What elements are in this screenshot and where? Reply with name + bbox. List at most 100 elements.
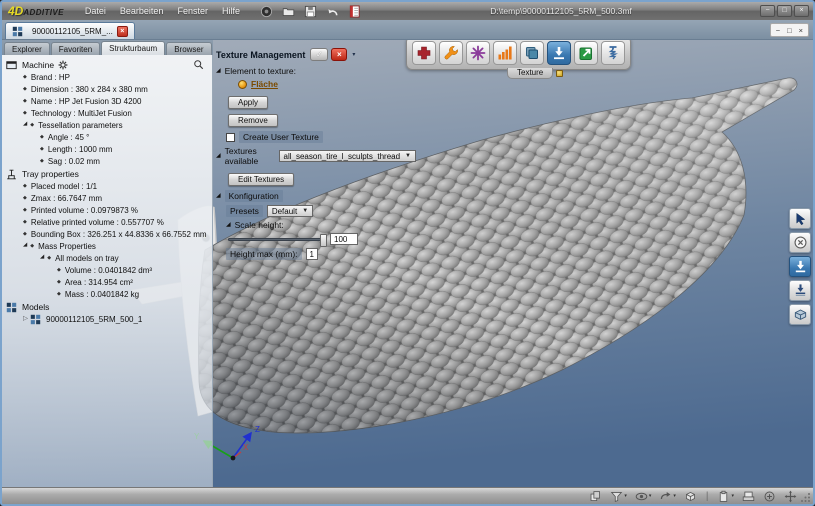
restore-document-button[interactable]: □ (787, 26, 792, 35)
session-log-icon[interactable] (347, 5, 362, 18)
copy-pages-icon[interactable] (589, 490, 602, 503)
minimize-document-button[interactable]: − (776, 26, 780, 35)
apply-surface-button[interactable] (789, 280, 811, 301)
maximize-button[interactable]: □ (777, 5, 792, 17)
tree-item[interactable]: ◆Dimension : 380 x 284 x 380 mm (2, 83, 212, 95)
expand-triangle-icon[interactable]: ▷ (23, 316, 28, 323)
repair-plus-button[interactable] (412, 41, 436, 65)
tree-item[interactable]: ◆Sag : 0.02 mm (2, 155, 212, 167)
tree-item[interactable]: ◢◆Tessellation parameters (2, 119, 212, 131)
tab-explorer[interactable]: Explorer (4, 42, 50, 55)
close-document-button[interactable]: × (799, 26, 803, 35)
dropdown-arrow-icon[interactable]: ▾ (649, 493, 652, 499)
tree-item[interactable]: ◢◆All models on tray (2, 252, 212, 264)
slider-thumb[interactable] (320, 234, 327, 247)
tree-item[interactable]: ◆Area : 314.954 cm² (2, 276, 212, 288)
clipboard-box-icon[interactable]: ▾ (717, 490, 734, 503)
search-icon[interactable] (193, 59, 205, 71)
gear-icon[interactable] (58, 60, 70, 71)
expand-arrow-icon[interactable]: ◢ (216, 68, 221, 74)
zoom-target-icon[interactable] (763, 490, 776, 503)
presets-dropdown[interactable]: Default ▼ (267, 205, 313, 217)
tree-section[interactable]: Models (2, 301, 212, 313)
resize-grip[interactable] (801, 492, 811, 502)
tree-item[interactable]: ◢◆Mass Properties (2, 240, 212, 252)
expand-arrow-icon[interactable]: ◢ (226, 222, 231, 228)
deselect-circle-button[interactable] (789, 232, 811, 253)
close-panel-button[interactable]: × (331, 48, 347, 61)
undo-arrow-icon[interactable] (325, 5, 340, 18)
expand-arrow-icon[interactable]: ◢ (216, 193, 221, 199)
close-document-button[interactable]: × (117, 26, 128, 37)
height-max-input[interactable]: 1 (306, 248, 318, 260)
tree-item[interactable]: ◆Name : HP Jet Fusion 3D 4200 (2, 95, 212, 107)
tree-item[interactable]: ◆Mass : 0.0401842 kg (2, 288, 212, 300)
create-user-texture-checkbox[interactable] (226, 133, 235, 142)
pin-icon[interactable] (556, 70, 563, 77)
flaeche-link[interactable]: Fläche (251, 79, 278, 89)
texture-download-button[interactable] (789, 256, 811, 277)
model-icon (30, 314, 43, 325)
filter-funnel-icon[interactable]: ▾ (610, 490, 627, 503)
tree-item[interactable]: ◆Relative printed volume : 0.557707 % (2, 216, 212, 228)
logo-additive: ADDITIVE (23, 8, 64, 17)
tree-item[interactable]: ◆Angle : 45 ° (2, 131, 212, 143)
open-folder-icon[interactable] (281, 5, 296, 18)
dropdown-arrow-icon[interactable]: ▾ (731, 493, 734, 499)
pan-cross-icon[interactable] (784, 490, 797, 503)
textures-dropdown[interactable]: all_season_tire_l_sculpts_thread ▼ (279, 150, 416, 162)
menu-item-datei[interactable]: Datei (78, 6, 113, 16)
dropdown-arrow-icon[interactable]: ▾ (673, 493, 676, 499)
tree-item[interactable]: ◆Bounding Box : 326.251 x 44.8336 x 66.7… (2, 228, 212, 240)
scale-height-slider[interactable] (228, 238, 326, 241)
visibility-eye-icon[interactable]: ▾ (635, 490, 652, 503)
texture-download-button[interactable] (547, 41, 571, 65)
document-tab[interactable]: 90000112105_5RM_... × (5, 22, 135, 39)
edit-textures-button[interactable]: Edit Textures (228, 173, 294, 186)
menu-item-hilfe[interactable]: Hilfe (215, 6, 247, 16)
expand-arrow-icon[interactable]: ◢ (23, 243, 27, 249)
bullet-icon: ◆ (23, 232, 27, 237)
bar-chart-button[interactable] (493, 41, 517, 65)
tree-item[interactable]: ◆Printed volume : 0.0979873 % (2, 204, 212, 216)
close-button[interactable]: × (794, 5, 809, 17)
menu-item-bearbeiten[interactable]: Bearbeiten (113, 6, 171, 16)
tab-strukturbaum[interactable]: Strukturbaum (101, 41, 165, 55)
expand-arrow-icon[interactable]: ◢ (40, 255, 44, 261)
export-green-button[interactable] (574, 41, 598, 65)
copy-stack-button[interactable] (520, 41, 544, 65)
save-floppy-icon[interactable] (303, 5, 318, 18)
menu-item-fenster[interactable]: Fenster (170, 6, 215, 16)
remove-button[interactable]: Remove (228, 114, 278, 127)
cube-view-button[interactable] (789, 304, 811, 325)
cube-3d-icon[interactable] (684, 490, 697, 503)
tree-item[interactable]: ◆Length : 1000 mm (2, 143, 212, 155)
apply-button[interactable]: Apply (228, 96, 268, 109)
star-effects-button[interactable] (466, 41, 490, 65)
tab-browser[interactable]: Browser (166, 42, 211, 55)
tree-section[interactable]: Tray properties (2, 168, 212, 180)
info-circle-icon[interactable] (259, 5, 274, 18)
confirm-button[interactable]: ✓ (310, 48, 328, 61)
minimize-button[interactable]: − (760, 5, 775, 17)
dropdown-arrow-icon[interactable]: ▾ (624, 493, 627, 499)
scale-height-label: Scale height: (235, 220, 284, 230)
tree-item[interactable]: ◆Zmax : 66.7647 mm (2, 192, 212, 204)
tree-item[interactable]: ◆Placed model : 1/1 (2, 180, 212, 192)
rotate-arrow-icon[interactable]: ▾ (659, 490, 676, 503)
wrench-tools-button[interactable] (439, 41, 463, 65)
screw-button[interactable] (601, 41, 625, 65)
expand-arrow-icon[interactable]: ◢ (23, 122, 27, 128)
print-tray-icon[interactable] (742, 490, 755, 503)
tree-item[interactable]: ◆Brand : HP (2, 71, 212, 83)
tree-item-label: Technology : MultiJet Fusion (31, 109, 132, 118)
tree-section[interactable]: Machine (2, 59, 212, 71)
tree-item[interactable]: ◆Volume : 0.0401842 dm³ (2, 264, 212, 276)
tree-item[interactable]: ▷90000112105_5RM_500_1 (2, 313, 212, 325)
expand-arrow-icon[interactable]: ◢ (216, 153, 221, 159)
tab-favoriten[interactable]: Favoriten (51, 42, 100, 55)
panel-menu-caret-icon[interactable]: ▾ (352, 51, 355, 58)
cursor-select-button[interactable] (789, 208, 811, 229)
scale-height-value[interactable]: 100 (330, 233, 358, 245)
tree-item[interactable]: ◆Technology : MultiJet Fusion (2, 107, 212, 119)
